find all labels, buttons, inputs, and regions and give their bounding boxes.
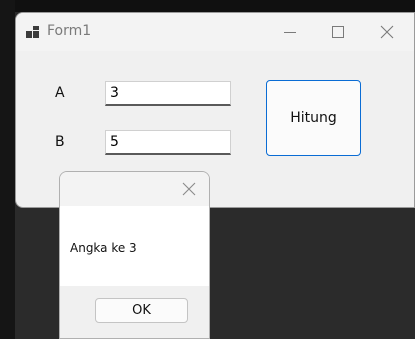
close-icon (182, 182, 196, 196)
app-grid-icon (26, 26, 40, 38)
close-icon (380, 25, 394, 39)
input-a[interactable]: 3 (105, 81, 231, 106)
ok-button[interactable]: OK (95, 298, 188, 323)
message-body: Angka ke 3 (60, 206, 209, 286)
window-title: Form1 (47, 23, 92, 39)
message-box: Angka ke 3 OK (59, 171, 210, 339)
label-b: B (55, 134, 65, 150)
message-box-title-bar[interactable] (60, 172, 209, 206)
message-text: Angka ke 3 (70, 241, 137, 255)
desktop-background (0, 0, 415, 12)
maximize-button[interactable] (324, 19, 352, 45)
message-close-button[interactable] (179, 179, 199, 199)
maximize-icon (332, 26, 344, 38)
close-button[interactable] (373, 19, 401, 45)
desktop-edge (0, 0, 15, 339)
input-b[interactable]: 5 (105, 130, 231, 155)
hitung-button[interactable]: Hitung (266, 80, 361, 156)
minimize-icon (284, 31, 296, 33)
label-a: A (55, 85, 65, 101)
minimize-button[interactable] (276, 19, 304, 45)
title-bar[interactable]: Form1 (16, 13, 414, 51)
